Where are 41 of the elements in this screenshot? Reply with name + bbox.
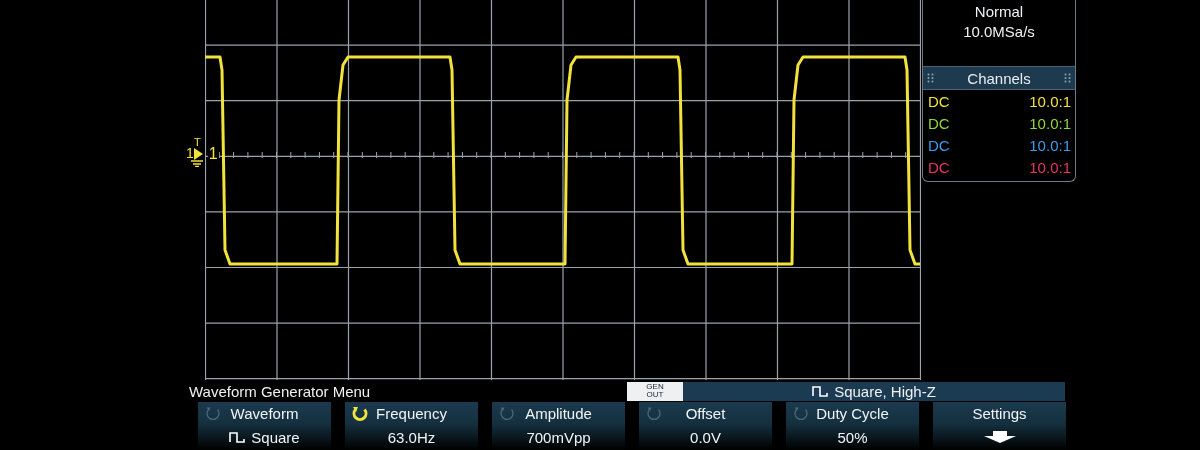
channel-label: 1	[186, 147, 194, 160]
channel-coupling: DC	[928, 136, 950, 154]
menu-title: Waveform Generator Menu	[189, 382, 372, 400]
softkey[interactable]: Amplitude 700mVpp	[492, 402, 625, 450]
probe-ratio: 10.0:1	[1029, 136, 1071, 154]
softkey-value: 50%	[837, 428, 868, 446]
probe-ratio: 10.0:1	[1029, 92, 1071, 110]
ground-icon	[190, 160, 203, 167]
channels-title: Channels	[967, 69, 1031, 87]
softkey[interactable]: Offset 0.0V	[639, 402, 772, 450]
grip-icon	[1064, 73, 1071, 83]
trace-level-label: 1	[207, 146, 219, 160]
square-wave-icon	[812, 385, 829, 397]
probe-ratio: 10.0:1	[1029, 114, 1071, 132]
channel-coupling: DC	[928, 92, 950, 110]
softkey-label: Offset	[685, 404, 726, 422]
softkey-value: 63.0Hz	[387, 428, 436, 446]
acquisition-mode: Normal	[974, 2, 1024, 22]
waveform-status: Square, High-Z	[834, 382, 936, 400]
trigger-label: T	[194, 137, 201, 147]
probe-ratio: 10.0:1	[1029, 158, 1071, 176]
softkey[interactable]: Waveform Square	[198, 402, 331, 450]
gen-out-button[interactable]: GEN OUT	[627, 381, 683, 401]
softkey-label: Frequency	[376, 404, 447, 422]
softkey-value: 700mVpp	[526, 428, 591, 446]
softkey-label: Waveform	[230, 404, 299, 422]
down-arrow-icon	[983, 431, 1016, 443]
grip-icon	[927, 73, 934, 83]
softkey[interactable]: Duty Cycle 50%	[786, 402, 919, 450]
channel-coupling: DC	[928, 114, 950, 132]
arrow-icon	[193, 147, 203, 160]
square-wave-icon	[229, 431, 246, 443]
channel-coupling: DC	[928, 158, 950, 176]
softkey-value: 0.0V	[690, 428, 721, 446]
softkey-label: Amplitude	[525, 404, 592, 422]
softkey-label: Settings	[972, 404, 1027, 422]
sample-rate: 10.0MSa/s	[963, 22, 1035, 42]
softkey[interactable]: Settings	[933, 402, 1066, 450]
softkey-label: Duty Cycle	[816, 404, 889, 422]
softkey-value: Square	[251, 428, 300, 446]
softkey[interactable]: Frequency 63.0Hz	[345, 402, 478, 450]
